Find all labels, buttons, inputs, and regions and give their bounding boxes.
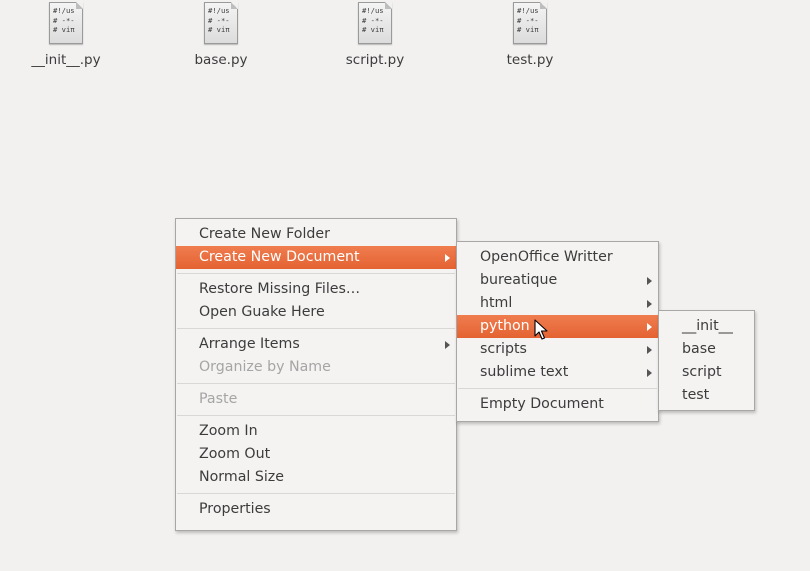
menu-item-label: bureatique [480, 272, 558, 288]
menu-item-label: Empty Document [480, 396, 604, 412]
menu-item-label: Create New Document [199, 249, 360, 265]
menu-item-label: Properties [199, 501, 271, 517]
menu-item-label: Zoom Out [199, 446, 271, 462]
menu-item-sublime-text[interactable]: sublime text [457, 361, 658, 384]
menu-item-label: html [480, 295, 513, 311]
menu-item-scripts[interactable]: scripts [457, 338, 658, 361]
menu-item-label: Open Guake Here [199, 304, 325, 320]
menu-item-paste: Paste [176, 388, 456, 411]
menu-item-label: test [682, 387, 710, 403]
python-script-icon: #!/us # -*- # viπ [513, 2, 547, 44]
menu-item-label: Organize by Name [199, 359, 331, 375]
menu-separator [177, 273, 455, 274]
menu-separator [177, 383, 455, 384]
submenu-arrow-icon [647, 346, 652, 354]
menu-item-label: Paste [199, 391, 238, 407]
file-name: __init__.py [31, 52, 101, 68]
menu-separator [177, 328, 455, 329]
menu-separator [458, 388, 657, 389]
file-name: test.py [506, 52, 554, 68]
menu-item-label: base [682, 341, 716, 357]
submenu-arrow-icon [647, 277, 652, 285]
menu-item-create-new-document[interactable]: Create New Document [176, 246, 456, 269]
menu-item-label: script [682, 364, 722, 380]
menu-item-label: sublime text [480, 364, 569, 380]
file-test-py[interactable]: #!/us # -*- # viπ test.py [475, 2, 585, 68]
desktop-context-menu: Create New Folder Create New Document Re… [175, 218, 457, 531]
menu-item-label: Zoom In [199, 423, 258, 439]
menu-item-zoom-in[interactable]: Zoom In [176, 420, 456, 443]
file-init-py[interactable]: #!/us # -*- # viπ __init__.py [11, 2, 121, 68]
submenu-arrow-icon [647, 323, 652, 331]
menu-item-test[interactable]: test [659, 384, 754, 407]
menu-item-html[interactable]: html [457, 292, 658, 315]
menu-item-label: Normal Size [199, 469, 284, 485]
file-preview: #!/us # -*- # viπ [517, 6, 539, 34]
file-name: script.py [345, 52, 405, 68]
mouse-pointer-icon [534, 319, 548, 340]
menu-item-properties[interactable]: Properties [176, 498, 456, 521]
menu-item-script[interactable]: script [659, 361, 754, 384]
file-preview: #!/us # -*- # viπ [362, 6, 384, 34]
menu-item-label: python [480, 318, 530, 334]
menu-item-python[interactable]: python [457, 315, 658, 338]
menu-item-label: Restore Missing Files… [199, 281, 361, 297]
menu-item-openoffice-writter[interactable]: OpenOffice Writter [457, 246, 658, 269]
file-name: base.py [194, 52, 248, 68]
menu-item-bureatique[interactable]: bureatique [457, 269, 658, 292]
menu-item-restore-missing-files[interactable]: Restore Missing Files… [176, 278, 456, 301]
menu-item-create-new-folder[interactable]: Create New Folder [176, 223, 456, 246]
new-document-submenu: OpenOffice Writter bureatique html pytho… [456, 241, 659, 422]
menu-item-label: scripts [480, 341, 527, 357]
file-preview: #!/us # -*- # viπ [53, 6, 75, 34]
submenu-arrow-icon [647, 300, 652, 308]
python-submenu: __init__ base script test [658, 310, 755, 411]
menu-item-base[interactable]: base [659, 338, 754, 361]
menu-item-init[interactable]: __init__ [659, 315, 754, 338]
menu-item-label: OpenOffice Writter [480, 249, 613, 265]
file-script-py[interactable]: #!/us # -*- # viπ script.py [320, 2, 430, 68]
file-base-py[interactable]: #!/us # -*- # viπ base.py [166, 2, 276, 68]
menu-item-normal-size[interactable]: Normal Size [176, 466, 456, 489]
python-script-icon: #!/us # -*- # viπ [358, 2, 392, 44]
menu-item-label: __init__ [682, 318, 733, 334]
menu-item-arrange-items[interactable]: Arrange Items [176, 333, 456, 356]
menu-item-organize-by-name: Organize by Name [176, 356, 456, 379]
menu-item-label: Arrange Items [199, 336, 300, 352]
menu-item-zoom-out[interactable]: Zoom Out [176, 443, 456, 466]
menu-item-label: Create New Folder [199, 226, 330, 242]
menu-item-open-guake-here[interactable]: Open Guake Here [176, 301, 456, 324]
file-preview: #!/us # -*- # viπ [208, 6, 230, 34]
python-script-icon: #!/us # -*- # viπ [204, 2, 238, 44]
menu-separator [177, 415, 455, 416]
python-script-icon: #!/us # -*- # viπ [49, 2, 83, 44]
submenu-arrow-icon [445, 341, 450, 349]
submenu-arrow-icon [445, 254, 450, 262]
menu-separator [177, 493, 455, 494]
menu-item-empty-document[interactable]: Empty Document [457, 393, 658, 416]
submenu-arrow-icon [647, 369, 652, 377]
